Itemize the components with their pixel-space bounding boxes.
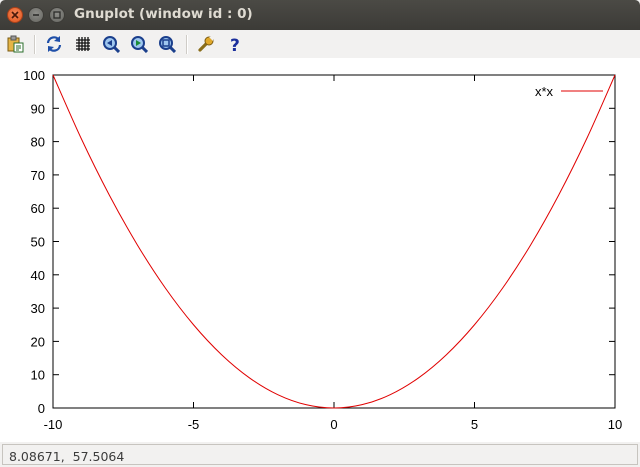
y-tick-label: 100 <box>23 68 45 83</box>
plot-area[interactable]: 0 10 20 30 40 50 60 70 80 90 100 -10 -5 0 5 10 x*x <box>0 58 640 442</box>
next-zoom-button[interactable] <box>128 33 150 55</box>
status-bar: 8.08671, 57.5064 <box>0 442 640 467</box>
toolbar: ? <box>0 30 640 58</box>
copy-to-clipboard-button[interactable] <box>4 33 26 55</box>
previous-zoom-button[interactable] <box>100 33 122 55</box>
zoom-autoscale-icon <box>159 36 176 53</box>
chart[interactable]: 0 10 20 30 40 50 60 70 80 90 100 -10 -5 0 5 10 x*x <box>0 58 640 442</box>
zoom-next-icon <box>131 36 148 53</box>
y-tick-label: 80 <box>31 135 45 150</box>
mouse-coordinates: 8.08671, 57.5064 <box>9 449 125 464</box>
close-icon <box>11 11 19 19</box>
autoscale-button[interactable] <box>156 33 178 55</box>
toggle-grid-button[interactable] <box>72 33 94 55</box>
toolbar-separator <box>186 35 188 54</box>
replot-icon <box>46 36 62 52</box>
x-tick-label: 0 <box>330 417 337 432</box>
clipboard-icon <box>7 35 24 53</box>
y-tick-label: 20 <box>31 334 45 349</box>
y-tick-label: 50 <box>31 235 45 250</box>
maximize-icon <box>53 11 61 19</box>
minimize-icon <box>33 14 39 16</box>
x-tick-label: -5 <box>188 417 200 432</box>
maximize-button[interactable] <box>49 7 65 23</box>
y-tick-label: 90 <box>31 101 45 116</box>
zoom-previous-icon <box>103 36 120 53</box>
x-tick-label: -10 <box>44 417 63 432</box>
svg-text:?: ? <box>230 36 240 53</box>
x-tick-label: 5 <box>471 417 478 432</box>
wrench-icon <box>198 36 214 52</box>
close-button[interactable] <box>7 7 23 23</box>
y-tick-label: 30 <box>31 301 45 316</box>
help-button[interactable]: ? <box>224 33 246 55</box>
toolbar-separator <box>34 35 36 54</box>
y-tick-label: 60 <box>31 201 45 216</box>
settings-button[interactable] <box>195 33 217 55</box>
legend: x*x <box>535 84 603 99</box>
y-tick-label: 0 <box>38 401 45 416</box>
y-tick-label: 10 <box>31 368 45 383</box>
legend-label: x*x <box>535 84 554 99</box>
x-tick-label: 10 <box>608 417 622 432</box>
window-title: Gnuplot (window id : 0) <box>74 6 253 22</box>
replot-button[interactable] <box>43 33 65 55</box>
plot-border <box>52 74 616 409</box>
y-tick-label: 40 <box>31 268 45 283</box>
series-line <box>52 74 616 409</box>
help-icon: ? <box>230 36 240 53</box>
gnuplot-window: Gnuplot (window id : 0) ? 0 10 20 30 40 … <box>0 0 640 467</box>
grid-icon <box>76 37 90 51</box>
minimize-button[interactable] <box>28 7 44 23</box>
status-box: 8.08671, 57.5064 <box>2 444 638 465</box>
title-bar[interactable]: Gnuplot (window id : 0) <box>0 0 640 30</box>
y-tick-label: 70 <box>31 168 45 183</box>
